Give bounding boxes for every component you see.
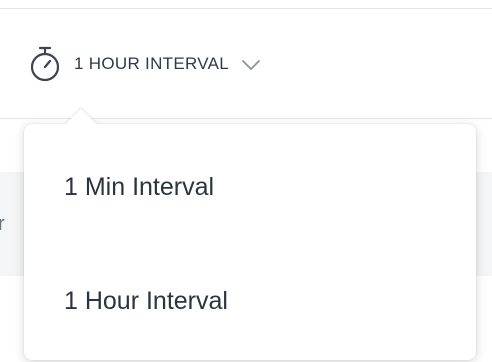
menu-item-1-min-interval[interactable]: 1 Min Interval [24, 132, 476, 242]
interval-dropdown-menu: 1 Min Interval 1 Hour Interval [24, 108, 476, 360]
stopwatch-icon [28, 45, 62, 83]
interval-selector-label: 1 HOUR INTERVAL [74, 54, 230, 73]
page: 1 HOUR INTERVAL r 1 Min Interval 1 Hour … [0, 0, 492, 362]
top-divider [0, 8, 492, 9]
interval-selector-button[interactable]: 1 HOUR INTERVAL [28, 38, 261, 90]
menu-item-1-hour-interval[interactable]: 1 Hour Interval [24, 246, 476, 356]
background-text-fragment: r [0, 213, 5, 235]
chevron-down-icon [241, 58, 261, 70]
